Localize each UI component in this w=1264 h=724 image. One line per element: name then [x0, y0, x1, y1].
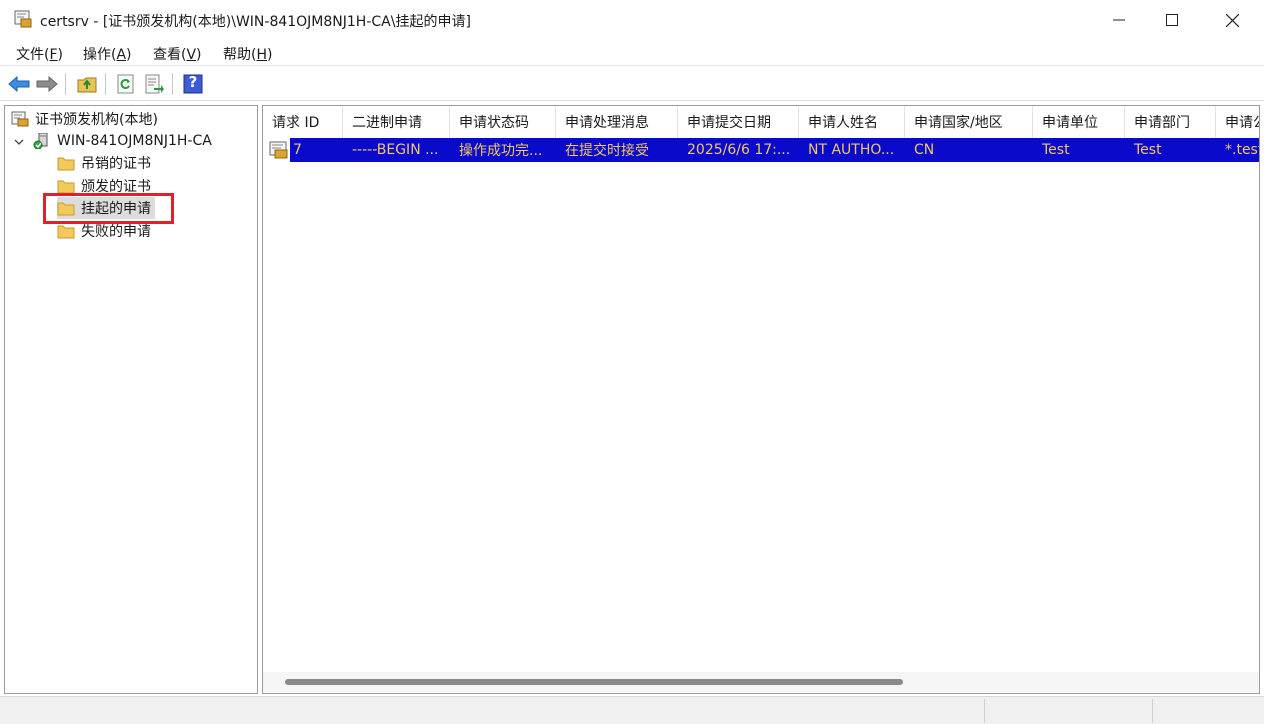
column-header-country[interactable]: 申请国家/地区	[905, 106, 1033, 138]
status-separator	[1152, 699, 1153, 723]
menu-action-label: 操作(	[83, 47, 117, 63]
certsrv-app-icon	[14, 10, 32, 28]
menu-action-end: )	[126, 47, 132, 63]
column-header-department[interactable]: 申请部门	[1125, 106, 1216, 138]
menu-file-end: )	[57, 47, 63, 63]
column-header-requester-name[interactable]: 申请人姓名	[799, 106, 905, 138]
menu-view-end: )	[196, 47, 202, 63]
ca-server-icon	[33, 132, 51, 150]
menu-file[interactable]: 文件(F)	[16, 44, 63, 64]
toolbar: ?	[0, 67, 1264, 101]
folder-icon	[57, 223, 75, 239]
table-cell: -----BEGIN ...	[352, 142, 439, 158]
certificate-authority-icon	[11, 111, 29, 127]
toolbar-separator	[172, 73, 173, 95]
help-icon-glyph: ?	[188, 73, 198, 91]
tree-ca-node[interactable]: WIN-841OJM8NJ1H-CA	[33, 130, 212, 152]
window-title: certsrv - [证书颁发机构(本地)\WIN-841OJM8NJ1H-CA…	[40, 14, 471, 30]
menu-help-end: )	[267, 47, 273, 63]
table-cell: 在提交时接受	[565, 143, 649, 159]
menu-view-label: 查看(	[153, 47, 187, 63]
menu-file-key: F	[49, 47, 58, 63]
column-header-submitted-date[interactable]: 申请提交日期	[678, 106, 799, 138]
tree-root-node[interactable]: 证书颁发机构(本地)	[11, 108, 158, 130]
help-icon[interactable]: ?	[181, 72, 205, 96]
table-cell: Test	[1134, 142, 1162, 158]
menu-action[interactable]: 操作(A)	[83, 44, 132, 64]
table-cell: NT AUTHO...	[808, 142, 895, 158]
close-button[interactable]	[1203, 0, 1261, 40]
column-header-organization[interactable]: 申请单位	[1033, 106, 1125, 138]
column-header-next[interactable]: 申请公	[1216, 106, 1259, 138]
table-cell: Test	[1042, 142, 1070, 158]
column-header-request-id[interactable]: 请求 ID	[263, 106, 343, 138]
menu-bar: 文件(F) 操作(A) 查看(V) 帮助(H)	[0, 40, 1264, 66]
table-cell: 操作成功完...	[459, 143, 543, 159]
menu-view[interactable]: 查看(V)	[153, 44, 202, 64]
column-header-disposition-message[interactable]: 申请处理消息	[556, 106, 678, 138]
refresh-icon[interactable]	[114, 72, 138, 96]
table-cell: 2025/6/6 17:...	[687, 142, 791, 158]
maximize-button[interactable]	[1143, 0, 1201, 40]
toolbar-separator	[65, 73, 66, 95]
menu-help-label: 帮助(	[223, 47, 257, 63]
chevron-down-icon[interactable]	[13, 136, 25, 148]
toolbar-separator	[105, 73, 106, 95]
menu-help-key: H	[256, 47, 267, 63]
tree-folder-revoked[interactable]: 吊销的证书	[57, 152, 151, 174]
column-header-status-code[interactable]: 申请状态码	[450, 106, 556, 138]
menu-help[interactable]: 帮助(H)	[223, 44, 272, 64]
menu-view-key: V	[186, 47, 197, 63]
back-arrow-icon[interactable]	[7, 72, 31, 96]
menu-file-label: 文件(	[16, 47, 50, 63]
tree-root-label: 证书颁发机构(本地)	[35, 112, 158, 128]
tree-folder-label: 失败的申请	[81, 224, 151, 240]
minimize-button[interactable]	[1090, 0, 1148, 40]
forward-arrow-icon[interactable]	[35, 72, 59, 96]
tree-ca-label: WIN-841OJM8NJ1H-CA	[57, 133, 212, 149]
table-cell: 7	[293, 142, 302, 158]
column-header-binary-request[interactable]: 二进制申请	[343, 106, 450, 138]
table-cell: *.test	[1225, 142, 1260, 158]
request-list: 请求 ID 二进制申请 申请状态码 申请处理消息 申请提交日期 申请人姓名 申请…	[262, 105, 1260, 694]
tree-folder-label: 吊销的证书	[81, 156, 151, 172]
status-separator	[984, 699, 985, 723]
up-folder-icon[interactable]	[75, 72, 99, 96]
folder-icon	[57, 178, 75, 194]
status-bar	[0, 696, 1264, 724]
horizontal-scrollbar-thumb[interactable]	[285, 679, 903, 685]
menu-action-key: A	[116, 47, 127, 63]
selection-highlight-box	[43, 193, 174, 224]
table-cell: CN	[914, 142, 935, 158]
export-list-icon[interactable]	[142, 72, 166, 96]
folder-icon	[57, 155, 75, 171]
title-bar: certsrv - [证书颁发机构(本地)\WIN-841OJM8NJ1H-CA…	[0, 0, 1264, 40]
